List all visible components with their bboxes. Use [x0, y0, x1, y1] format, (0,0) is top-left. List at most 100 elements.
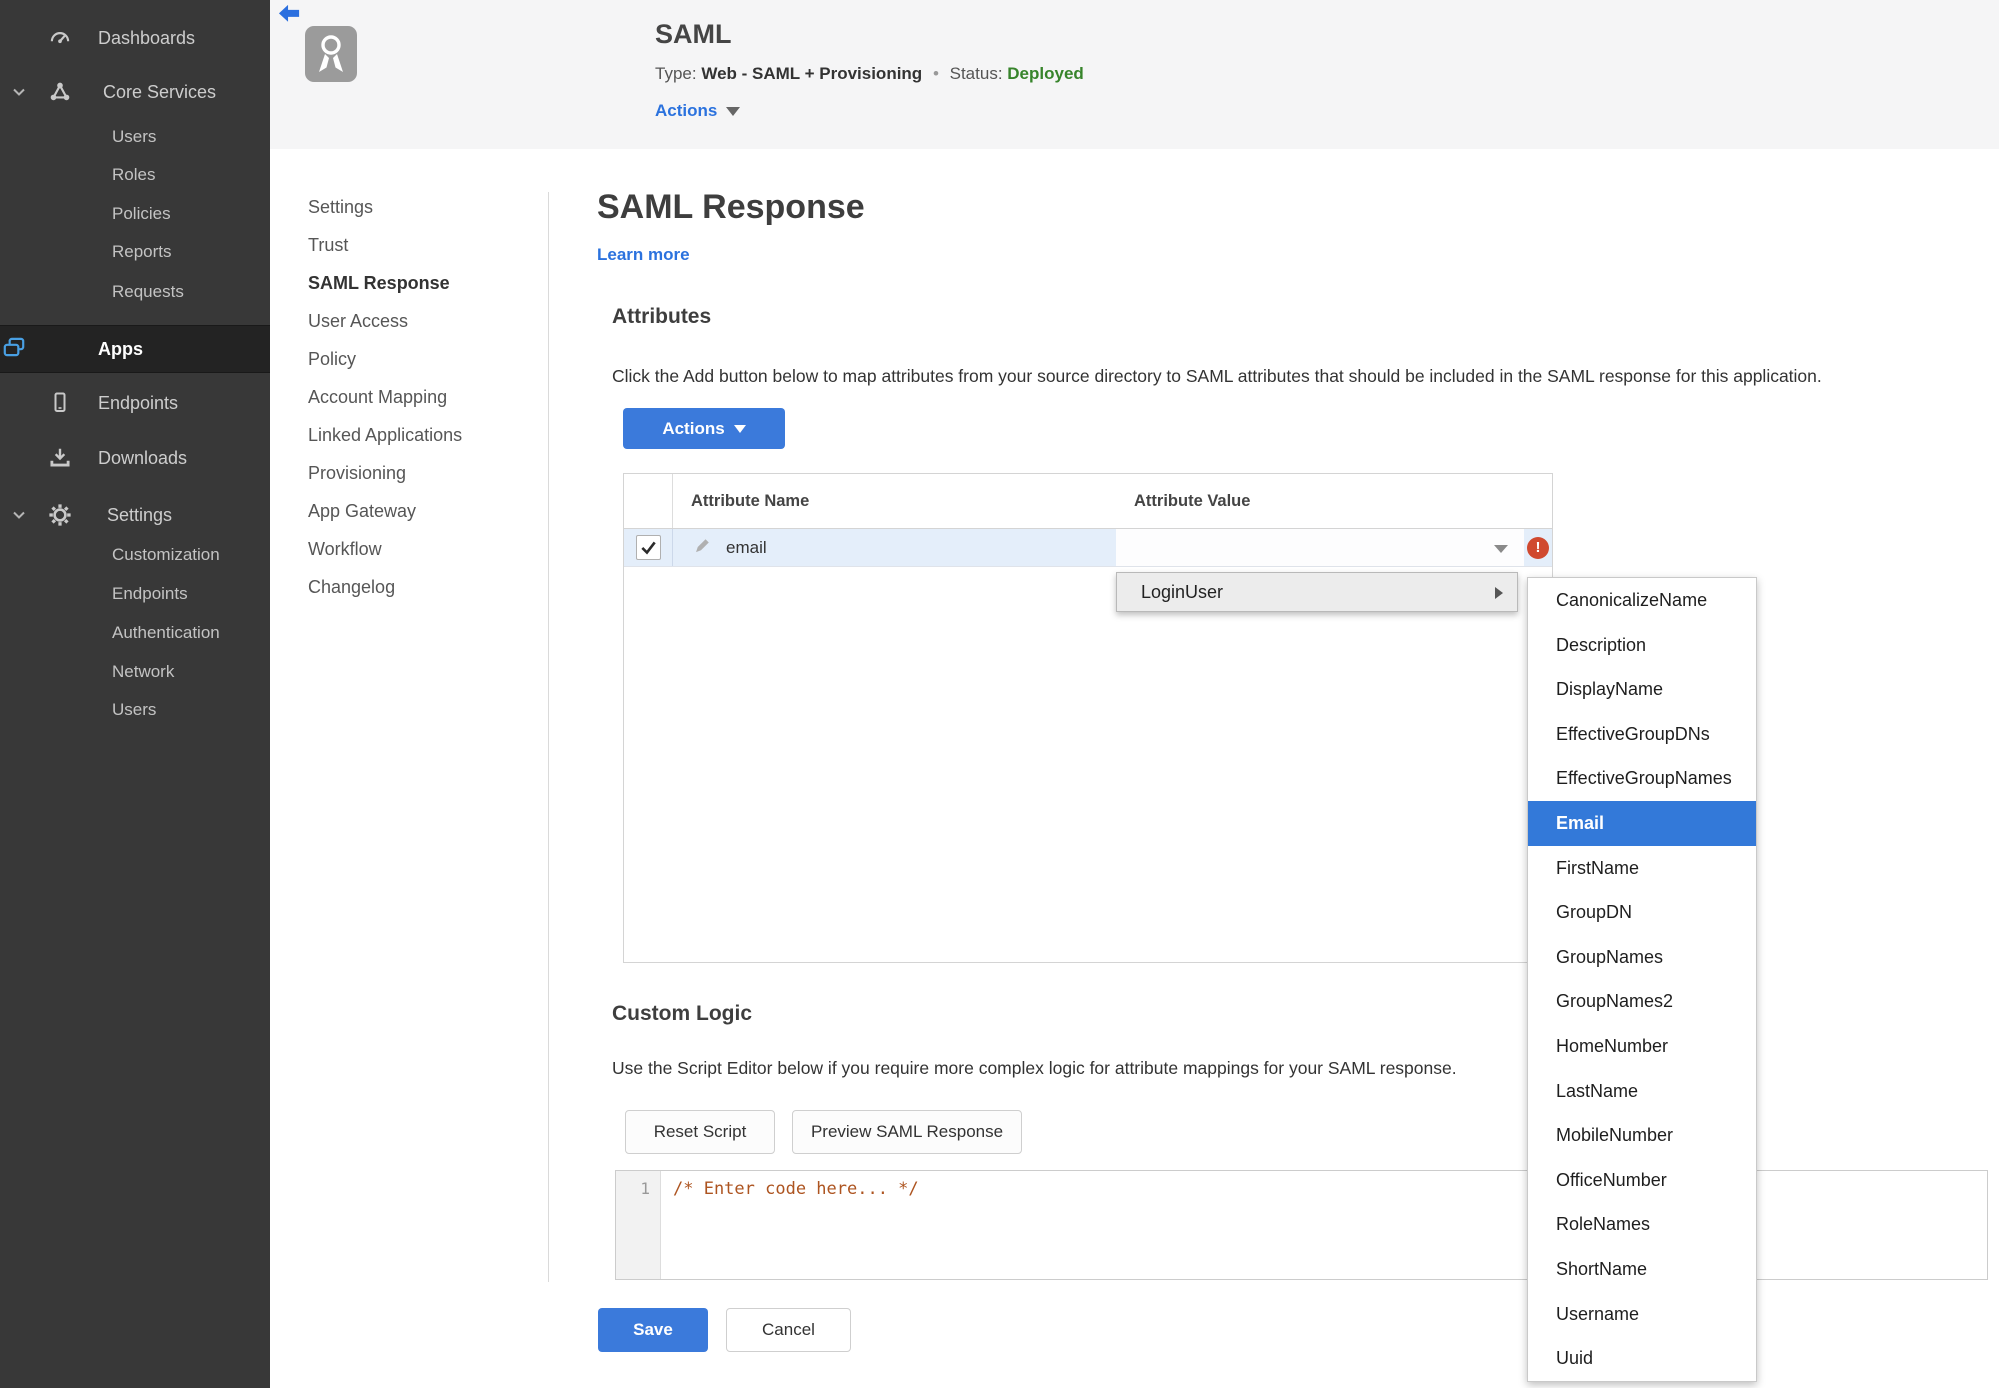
chevron-down-icon [10, 83, 28, 101]
editor-code-area[interactable]: /* Enter code here... */ [661, 1171, 1987, 1279]
sidebar: Dashboards Core Services Users Roles Pol… [0, 0, 270, 1388]
attributes-table: Attribute Name Attribute Value email ! [623, 473, 1553, 963]
menu-item-description[interactable]: Description [1528, 623, 1756, 668]
sidebar-item-apps[interactable]: Apps [0, 325, 270, 373]
dot-separator: • [932, 64, 939, 83]
attributes-actions-button[interactable]: Actions [623, 408, 785, 449]
sidebar-item-label: Downloads [98, 447, 188, 468]
preview-saml-response-button[interactable]: Preview SAML Response [792, 1110, 1022, 1154]
caret-down-icon [726, 107, 741, 117]
sidebar-item-downloads[interactable]: Downloads [0, 440, 270, 476]
attributes-actions-label: Actions [662, 418, 725, 438]
tab-provisioning[interactable]: Provisioning [308, 454, 528, 492]
tab-app-gateway[interactable]: App Gateway [308, 492, 528, 530]
sidebar-item-endpoints[interactable]: Endpoints [0, 385, 270, 421]
tab-saml-response[interactable]: SAML Response [308, 264, 528, 302]
sidebar-item-dashboards[interactable]: Dashboards [0, 20, 270, 56]
tab-changelog[interactable]: Changelog [308, 568, 528, 606]
row-select-cell [624, 529, 673, 566]
value-menu-label: LoginUser [1141, 581, 1224, 602]
menu-item-displayname[interactable]: DisplayName [1528, 667, 1756, 712]
sidebar-item-settings[interactable]: Settings [0, 497, 270, 533]
menu-item-groupnames[interactable]: GroupNames [1528, 935, 1756, 980]
attributes-table-header: Attribute Name Attribute Value [624, 474, 1552, 529]
attribute-name-text: email [726, 537, 767, 557]
tab-workflow[interactable]: Workflow [308, 530, 528, 568]
menu-item-groupnames2[interactable]: GroupNames2 [1528, 979, 1756, 1024]
menu-item-rolenames[interactable]: RoleNames [1528, 1202, 1756, 1247]
sidebar-item-users[interactable]: Users [112, 122, 156, 152]
row-error-cell: ! [1524, 529, 1552, 566]
reset-script-button[interactable]: Reset Script [625, 1110, 775, 1154]
custom-logic-description: Use the Script Editor below if you requi… [612, 1058, 1457, 1078]
award-ribbon-icon [305, 26, 357, 87]
menu-item-canonicalizename[interactable]: CanonicalizeName [1528, 578, 1756, 623]
editor-line-number: 1 [616, 1171, 661, 1279]
menu-item-officenumber[interactable]: OfficeNumber [1528, 1158, 1756, 1203]
sidebar-item-network[interactable]: Network [112, 657, 174, 687]
save-button[interactable]: Save [598, 1308, 708, 1352]
value-menu-loginuser[interactable]: LoginUser [1116, 572, 1518, 612]
tab-linked-applications[interactable]: Linked Applications [308, 416, 528, 454]
attribute-value-column-header: Attribute Value [1134, 491, 1251, 510]
menu-item-username[interactable]: Username [1528, 1292, 1756, 1337]
attributes-heading: Attributes [612, 305, 712, 328]
caret-down-icon [733, 424, 746, 433]
caret-right-icon [1495, 587, 1503, 599]
attributes-description: Click the Add button below to map attrib… [612, 366, 1822, 386]
learn-more-link[interactable]: Learn more [597, 245, 690, 265]
gauge-icon [46, 24, 74, 52]
sidebar-item-policies[interactable]: Policies [112, 199, 171, 229]
header-actions-menu[interactable]: Actions [655, 101, 741, 121]
sidebar-item-reports[interactable]: Reports [112, 237, 172, 267]
type-value: Web - SAML + Provisioning [701, 64, 923, 83]
sidebar-item-label: Settings [107, 504, 173, 525]
sidebar-item-core-services[interactable]: Core Services [0, 74, 270, 110]
sidebar-item-settings-endpoints[interactable]: Endpoints [112, 579, 188, 609]
nav-divider [548, 192, 549, 1282]
sidebar-item-settings-users[interactable]: Users [112, 695, 156, 725]
cancel-button[interactable]: Cancel [726, 1308, 851, 1352]
app-meta: Type: Web - SAML + Provisioning • Status… [655, 64, 1084, 84]
error-icon: ! [1527, 536, 1549, 559]
row-checkbox[interactable] [635, 535, 661, 560]
sidebar-item-customization[interactable]: Customization [112, 540, 220, 570]
apps-icon [0, 334, 28, 365]
select-column-header [624, 474, 673, 528]
menu-item-homenumber[interactable]: HomeNumber [1528, 1024, 1756, 1069]
menu-item-effectivegroupdns[interactable]: EffectiveGroupDNs [1528, 712, 1756, 757]
mobile-icon [46, 389, 74, 417]
menu-item-shortname[interactable]: ShortName [1528, 1247, 1756, 1292]
attribute-name-column-header: Attribute Name [691, 491, 810, 510]
menu-item-groupdn[interactable]: GroupDN [1528, 890, 1756, 935]
menu-item-lastname[interactable]: LastName [1528, 1069, 1756, 1114]
tab-policy[interactable]: Policy [308, 340, 528, 378]
sidebar-item-authentication[interactable]: Authentication [112, 618, 220, 648]
sidebar-item-label: Core Services [103, 81, 217, 102]
custom-logic-heading: Custom Logic [612, 1002, 752, 1025]
menu-item-effectivegroupnames[interactable]: EffectiveGroupNames [1528, 756, 1756, 801]
menu-item-uuid[interactable]: Uuid [1528, 1336, 1756, 1381]
page-title: SAML [655, 19, 732, 49]
tab-account-mapping[interactable]: Account Mapping [308, 378, 528, 416]
menu-item-mobilenumber[interactable]: MobileNumber [1528, 1113, 1756, 1158]
menu-item-email[interactable]: Email [1528, 800, 1756, 846]
sidebar-item-label: Dashboards [98, 27, 196, 48]
back-arrow-icon[interactable] [277, 3, 303, 30]
type-label: Type: [655, 64, 697, 83]
tab-trust[interactable]: Trust [308, 226, 528, 264]
sidebar-item-roles[interactable]: Roles [112, 160, 155, 190]
tab-user-access[interactable]: User Access [308, 302, 528, 340]
sidebar-item-label: Endpoints [98, 392, 179, 413]
pencil-icon [693, 536, 712, 560]
script-editor: 1 /* Enter code here... */ [615, 1170, 1988, 1280]
caret-down-icon [1494, 545, 1508, 553]
sidebar-item-requests[interactable]: Requests [112, 277, 184, 307]
table-row[interactable]: email ! [624, 529, 1552, 567]
header-actions-label: Actions [655, 101, 718, 120]
tab-settings[interactable]: Settings [308, 188, 528, 226]
menu-item-firstname[interactable]: FirstName [1528, 846, 1756, 891]
chevron-down-icon [10, 506, 28, 524]
attribute-value-dropdown[interactable] [1116, 529, 1524, 566]
admin-portal: Dashboards Core Services Users Roles Pol… [0, 0, 1999, 1388]
